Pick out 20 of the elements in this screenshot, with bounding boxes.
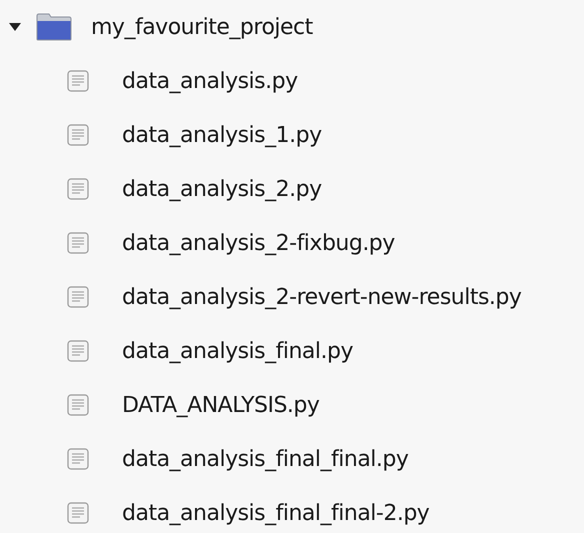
file-name[interactable]: data_analysis_final.py bbox=[122, 334, 353, 368]
text-file-icon bbox=[67, 394, 89, 416]
folder-icon bbox=[36, 13, 72, 41]
file-name[interactable]: data_analysis.py bbox=[122, 64, 298, 98]
folder-name[interactable]: my_favourite_project bbox=[91, 10, 313, 44]
file-name[interactable]: data_analysis_final_final-2.py bbox=[122, 496, 430, 530]
file-name[interactable]: data_analysis_2.py bbox=[122, 172, 322, 206]
file-name[interactable]: DATA_ANALYSIS.py bbox=[122, 388, 320, 422]
text-file-icon bbox=[67, 178, 89, 200]
text-file-icon bbox=[67, 340, 89, 362]
file-name[interactable]: data_analysis_2-fixbug.py bbox=[122, 226, 395, 260]
text-file-icon bbox=[67, 70, 89, 92]
text-file-icon bbox=[67, 286, 89, 308]
text-file-icon bbox=[67, 232, 89, 254]
file-name[interactable]: data_analysis_final_final.py bbox=[122, 442, 408, 476]
text-file-icon bbox=[67, 124, 89, 146]
file-name[interactable]: data_analysis_2-revert-new-results.py bbox=[122, 280, 522, 314]
text-file-icon bbox=[67, 448, 89, 470]
file-name[interactable]: data_analysis_1.py bbox=[122, 118, 322, 152]
text-file-icon bbox=[67, 502, 89, 524]
